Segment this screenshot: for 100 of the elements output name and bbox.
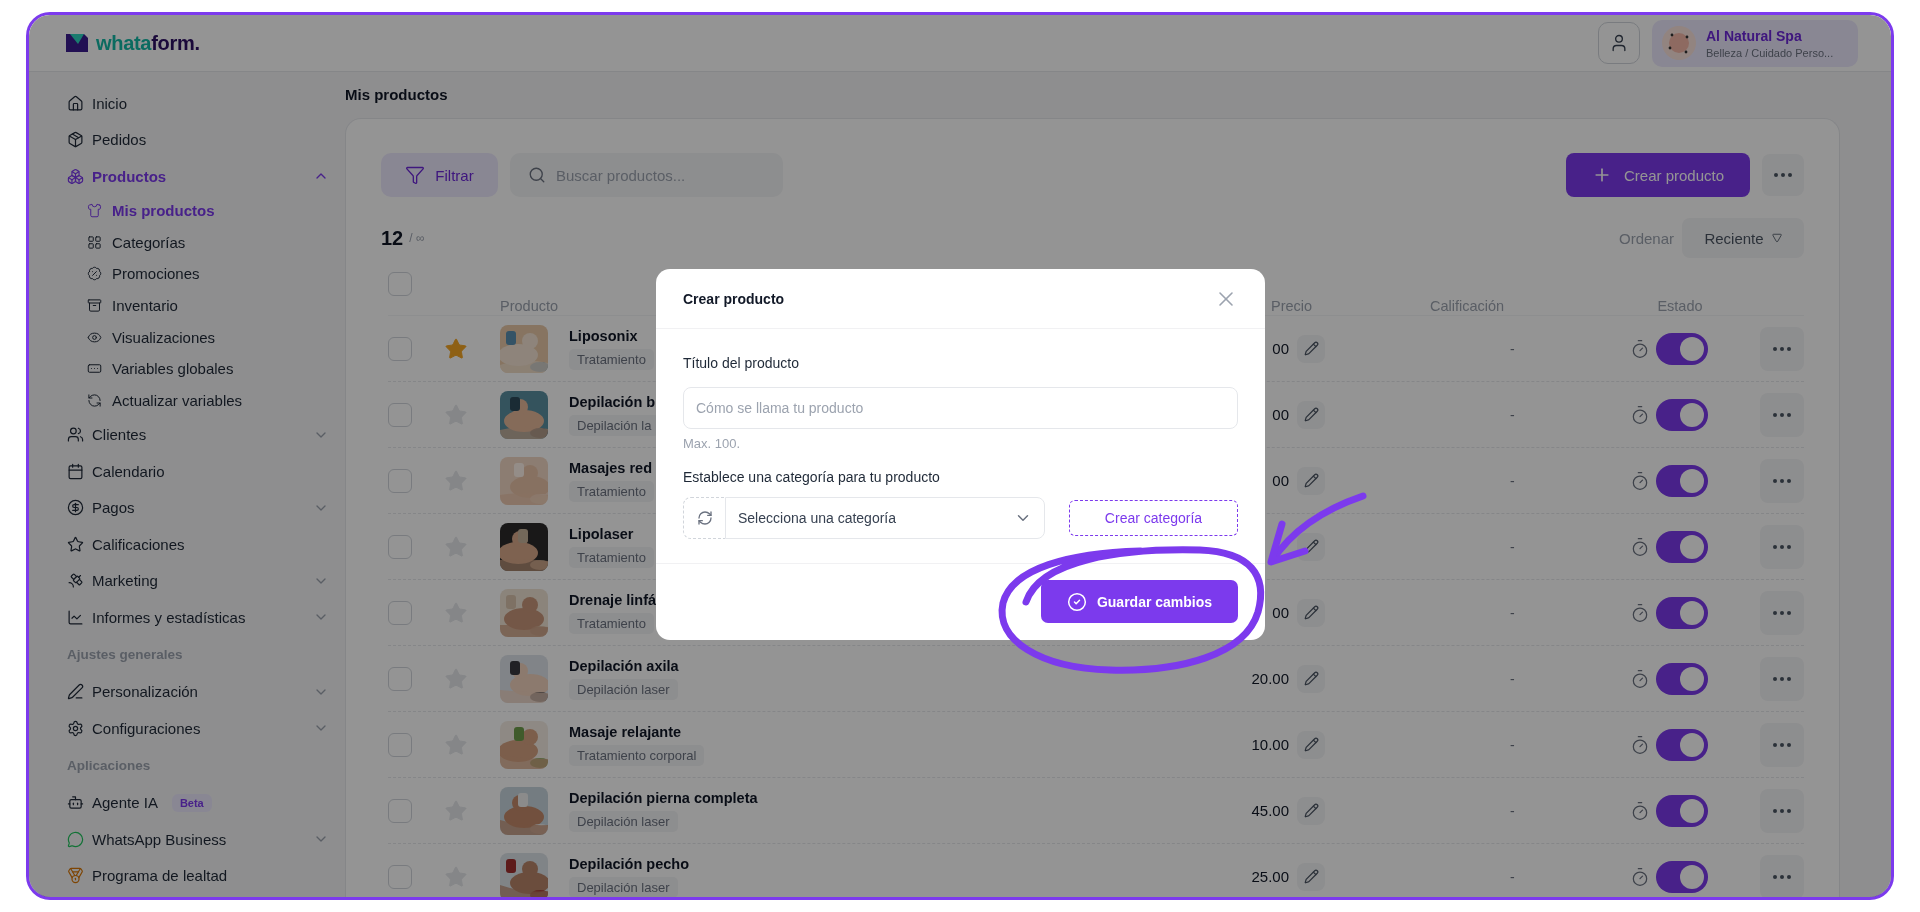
sidebar-item[interactable]: Productos bbox=[67, 158, 329, 195]
timer-icon[interactable] bbox=[1630, 470, 1650, 491]
status-toggle[interactable] bbox=[1656, 596, 1708, 629]
row-menu-button[interactable] bbox=[1760, 392, 1804, 437]
sidebar-item[interactable]: Calificaciones bbox=[67, 525, 329, 563]
sidebar-item[interactable]: Informes y estadísticas bbox=[67, 598, 329, 636]
row-menu-button[interactable] bbox=[1760, 326, 1804, 371]
sidebar-item[interactable]: WhatsApp Business bbox=[67, 820, 329, 858]
timer-icon[interactable] bbox=[1630, 734, 1650, 755]
edit-price-button[interactable] bbox=[1297, 862, 1325, 891]
row-checkbox[interactable] bbox=[388, 798, 412, 823]
sidebar-subitem[interactable]: Mis productos bbox=[67, 194, 329, 227]
category-select[interactable]: Selecciona una categoría bbox=[725, 497, 1045, 539]
sidebar-item[interactable]: Pedidos bbox=[67, 121, 329, 158]
timer-icon[interactable] bbox=[1630, 404, 1650, 425]
more-icon bbox=[1773, 676, 1791, 681]
more-icon bbox=[1773, 874, 1791, 879]
timer-icon[interactable] bbox=[1630, 800, 1650, 821]
sidebar-item[interactable]: Personalización bbox=[67, 673, 329, 710]
column-header: Producto bbox=[500, 298, 559, 314]
status-toggle[interactable] bbox=[1656, 332, 1708, 365]
timer-icon[interactable] bbox=[1630, 536, 1650, 557]
sidebar-item[interactable]: Inicio bbox=[67, 85, 329, 122]
row-menu-button[interactable] bbox=[1760, 458, 1804, 503]
row-menu-button[interactable] bbox=[1760, 656, 1804, 701]
sidebar-item[interactable]: Agente IA Beta bbox=[67, 784, 329, 821]
edit-price-button[interactable] bbox=[1297, 466, 1325, 495]
save-button[interactable]: Guardar cambios bbox=[1041, 580, 1238, 623]
star-icon bbox=[67, 535, 84, 553]
sidebar-item[interactable]: Marketing bbox=[67, 562, 329, 599]
category-tag: Depilación laser bbox=[569, 678, 678, 700]
star-icon[interactable] bbox=[444, 336, 468, 361]
users-icon bbox=[67, 426, 84, 444]
sidebar-subitem[interactable]: Visualizaciones bbox=[67, 321, 329, 353]
timer-icon[interactable] bbox=[1630, 602, 1650, 623]
sidebar-subitem[interactable]: Categorías bbox=[67, 226, 329, 258]
sidebar-item[interactable]: Pagos bbox=[67, 489, 329, 526]
edit-price-button[interactable] bbox=[1297, 334, 1325, 363]
product-rating: - bbox=[1510, 604, 1515, 621]
row-menu-button[interactable] bbox=[1760, 854, 1804, 897]
sidebar-subitem[interactable]: Inventario bbox=[67, 289, 329, 322]
row-checkbox[interactable] bbox=[388, 864, 412, 889]
create-product-button[interactable]: Crear producto bbox=[1566, 153, 1750, 197]
status-toggle[interactable] bbox=[1656, 398, 1708, 431]
shirt-icon bbox=[87, 202, 102, 218]
sidebar-subitem[interactable]: Variables globales bbox=[67, 352, 329, 385]
row-checkbox[interactable] bbox=[388, 402, 412, 427]
row-checkbox[interactable] bbox=[388, 732, 412, 757]
product-price: 25.00 bbox=[1251, 868, 1289, 885]
pen-icon bbox=[67, 683, 84, 701]
row-checkbox[interactable] bbox=[388, 600, 412, 625]
row-checkbox[interactable] bbox=[388, 336, 412, 361]
robot-icon bbox=[67, 794, 84, 812]
edit-price-button[interactable] bbox=[1297, 664, 1325, 693]
medal-icon bbox=[67, 867, 84, 885]
status-toggle[interactable] bbox=[1656, 794, 1708, 827]
sidebar-item[interactable]: Configuraciones bbox=[67, 709, 329, 747]
category-tag: Tratamiento corporal bbox=[569, 744, 705, 766]
row-menu-button[interactable] bbox=[1760, 524, 1804, 569]
product-rating: - bbox=[1510, 802, 1515, 819]
sidebar-subitem[interactable]: Actualizar variables bbox=[67, 384, 329, 417]
product-name: Masajes red bbox=[569, 459, 653, 476]
profile-button[interactable] bbox=[1598, 22, 1640, 64]
chart-icon bbox=[67, 608, 84, 626]
edit-price-button[interactable] bbox=[1297, 598, 1325, 627]
row-checkbox[interactable] bbox=[388, 468, 412, 493]
product-name: Depilación pecho bbox=[569, 855, 690, 872]
status-toggle[interactable] bbox=[1656, 728, 1708, 761]
edit-price-button[interactable] bbox=[1297, 730, 1325, 759]
sidebar-subitem[interactable]: Promociones bbox=[67, 257, 329, 290]
status-toggle[interactable] bbox=[1656, 662, 1708, 695]
business-switcher[interactable]: Al Natural Spa Belleza / Cuidado Perso... bbox=[1652, 19, 1858, 67]
sort-dropdown[interactable]: Reciente bbox=[1682, 218, 1804, 258]
timer-icon[interactable] bbox=[1630, 338, 1650, 359]
home-icon bbox=[67, 94, 84, 112]
more-button[interactable] bbox=[1762, 154, 1804, 196]
row-menu-button[interactable] bbox=[1760, 722, 1804, 767]
refresh-button[interactable] bbox=[683, 497, 725, 539]
edit-price-button[interactable] bbox=[1297, 400, 1325, 429]
pencil-icon bbox=[1303, 869, 1319, 884]
sidebar-item[interactable]: Calendario bbox=[67, 452, 329, 490]
row-menu-button[interactable] bbox=[1760, 788, 1804, 833]
select-all-checkbox[interactable] bbox=[388, 272, 412, 296]
status-toggle[interactable] bbox=[1656, 464, 1708, 497]
row-checkbox[interactable] bbox=[388, 666, 412, 691]
sidebar-item[interactable]: Programa de lealtad bbox=[67, 857, 329, 894]
status-toggle[interactable] bbox=[1656, 530, 1708, 563]
product-price: 00 bbox=[1272, 340, 1289, 357]
row-menu-button[interactable] bbox=[1760, 590, 1804, 635]
create-category-button[interactable]: Crear categoría bbox=[1069, 500, 1238, 536]
timer-icon[interactable] bbox=[1630, 668, 1650, 689]
edit-price-button[interactable] bbox=[1297, 796, 1325, 825]
dialog-title: Crear producto bbox=[683, 290, 785, 307]
status-toggle[interactable] bbox=[1656, 860, 1708, 893]
row-checkbox[interactable] bbox=[388, 534, 412, 559]
pencil-icon bbox=[1303, 407, 1319, 422]
filter-button[interactable]: Filtrar bbox=[381, 153, 498, 197]
timer-icon[interactable] bbox=[1630, 866, 1650, 887]
sidebar-item[interactable]: Clientes bbox=[67, 416, 329, 453]
product-title-field[interactable]: Cómo se llama tu producto bbox=[683, 387, 1238, 429]
